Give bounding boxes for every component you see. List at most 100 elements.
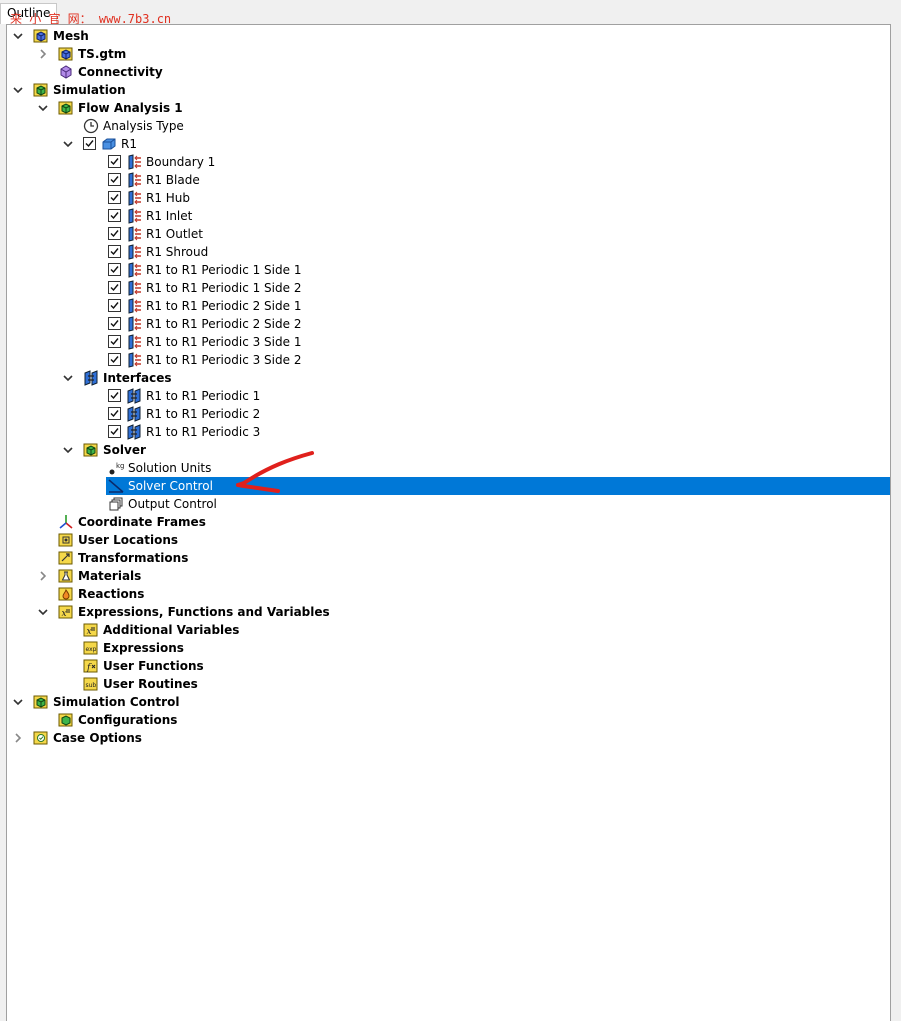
tree-item-r1[interactable]: R1	[7, 135, 890, 153]
tree-item-label: R1 Shroud	[146, 245, 209, 259]
tree-item-configurations[interactable]: Configurations	[7, 711, 890, 729]
domain-icon	[101, 136, 117, 152]
tree-item-solver-control[interactable]: Solver Control	[7, 477, 890, 495]
visibility-checkbox[interactable]	[108, 389, 121, 402]
tree-item-label: Additional Variables	[103, 623, 240, 637]
tree-item-label: TS.gtm	[78, 47, 127, 61]
tree-item-simulation-control[interactable]: Simulation Control	[7, 693, 890, 711]
tree-item-case-options[interactable]: Case Options	[7, 729, 890, 747]
tree-item-expressions[interactable]: exp Expressions	[7, 639, 890, 657]
visibility-checkbox[interactable]	[108, 263, 121, 276]
tree-item-solver[interactable]: Solver	[7, 441, 890, 459]
tree-item-r1-to-r1-periodic-3-side-2[interactable]: R1 to R1 Periodic 3 Side 2	[7, 351, 890, 369]
tree-item-flow-analysis-1[interactable]: Flow Analysis 1	[7, 99, 890, 117]
tree-item-reactions[interactable]: Reactions	[7, 585, 890, 603]
visibility-checkbox[interactable]	[108, 155, 121, 168]
tree-item-label: Expressions	[103, 641, 184, 655]
tree-item-r1-to-r1-periodic-3-side-1[interactable]: R1 to R1 Periodic 3 Side 1	[7, 333, 890, 351]
tree-item-r1-shroud[interactable]: R1 Shroud	[7, 243, 890, 261]
visibility-checkbox[interactable]	[108, 227, 121, 240]
tree-item-r1-to-r1-periodic-1-side-1[interactable]: R1 to R1 Periodic 1 Side 1	[7, 261, 890, 279]
chevron-down-icon[interactable]	[11, 81, 25, 99]
tree-item-materials[interactable]: Materials	[7, 567, 890, 585]
tree-item-user-routines[interactable]: sub User Routines	[7, 675, 890, 693]
tree-item-additional-variables[interactable]: x Additional Variables	[7, 621, 890, 639]
svg-text:x: x	[87, 627, 92, 637]
tree-item-r1-to-r1-periodic-1[interactable]: R1 to R1 Periodic 1	[7, 387, 890, 405]
tree-item-label: Boundary 1	[146, 155, 216, 169]
visibility-checkbox[interactable]	[108, 173, 121, 186]
tree-item-r1-to-r1-periodic-2-side-1[interactable]: R1 to R1 Periodic 2 Side 1	[7, 297, 890, 315]
visibility-checkbox[interactable]	[83, 137, 96, 150]
tree-item-label: User Routines	[103, 677, 198, 691]
chevron-down-icon[interactable]	[36, 99, 50, 117]
coordinate-axes-icon	[58, 514, 74, 530]
tree-item-user-functions[interactable]: f User Functions	[7, 657, 890, 675]
tree-item-label: R1 to R1 Periodic 2 Side 1	[146, 299, 302, 313]
chevron-down-icon[interactable]	[11, 27, 25, 45]
boundary-icon	[126, 172, 142, 188]
visibility-checkbox[interactable]	[108, 407, 121, 420]
visibility-checkbox[interactable]	[108, 335, 121, 348]
tree-item-r1-to-r1-periodic-1-side-2[interactable]: R1 to R1 Periodic 1 Side 2	[7, 279, 890, 297]
user-locations-icon	[58, 532, 74, 548]
tree-item-analysis-type[interactable]: Analysis Type	[7, 117, 890, 135]
tree-item-label: Solver Control	[128, 479, 213, 493]
tree-item-label: Simulation Control	[53, 695, 180, 709]
chevron-right-icon[interactable]	[36, 45, 50, 63]
visibility-checkbox[interactable]	[108, 353, 121, 366]
tree-item-simulation[interactable]: Simulation	[7, 81, 890, 99]
visibility-checkbox[interactable]	[108, 245, 121, 258]
tree-item-interfaces[interactable]: Interfaces	[7, 369, 890, 387]
tree-item-r1-blade[interactable]: R1 Blade	[7, 171, 890, 189]
visibility-checkbox[interactable]	[108, 299, 121, 312]
tree-item-label: Configurations	[78, 713, 178, 727]
tree-item-connectivity[interactable]: Connectivity	[7, 63, 890, 81]
transformations-icon	[58, 550, 74, 566]
tree-item-r1-hub[interactable]: R1 Hub	[7, 189, 890, 207]
chevron-down-icon[interactable]	[11, 693, 25, 711]
chevron-right-icon[interactable]	[36, 567, 50, 585]
expressions-icon: x	[58, 604, 74, 620]
visibility-checkbox[interactable]	[108, 281, 121, 294]
tree-item-boundary-1[interactable]: Boundary 1	[7, 153, 890, 171]
tree-item-mesh[interactable]: Mesh	[7, 27, 890, 45]
chevron-right-icon[interactable]	[11, 729, 25, 747]
tree-item-r1-inlet[interactable]: R1 Inlet	[7, 207, 890, 225]
visibility-checkbox[interactable]	[108, 209, 121, 222]
tree-item-user-locations[interactable]: User Locations	[7, 531, 890, 549]
tree-item-label: R1 to R1 Periodic 1 Side 1	[146, 263, 302, 277]
tree-item-label: User Functions	[103, 659, 204, 673]
tree-item-r1-to-r1-periodic-2[interactable]: R1 to R1 Periodic 2	[7, 405, 890, 423]
tree-item-label: Coordinate Frames	[78, 515, 206, 529]
boundary-icon	[126, 352, 142, 368]
tree-item-solution-units[interactable]: kg Solution Units	[7, 459, 890, 477]
boundary-icon	[126, 262, 142, 278]
tree-item-r1-outlet[interactable]: R1 Outlet	[7, 225, 890, 243]
solver-icon	[83, 442, 99, 458]
tree-item-r1-to-r1-periodic-3[interactable]: R1 to R1 Periodic 3	[7, 423, 890, 441]
tree-item-ts-gtm[interactable]: TS.gtm	[7, 45, 890, 63]
chevron-down-icon[interactable]	[61, 135, 75, 153]
connectivity-icon	[58, 64, 74, 80]
chevron-down-icon[interactable]	[36, 603, 50, 621]
visibility-checkbox[interactable]	[108, 425, 121, 438]
tree-item-coordinate-frames[interactable]: Coordinate Frames	[7, 513, 890, 531]
tree-item-label: R1	[121, 137, 137, 151]
visibility-checkbox[interactable]	[108, 317, 121, 330]
chevron-down-icon[interactable]	[61, 369, 75, 387]
tree-item-r1-to-r1-periodic-2-side-2[interactable]: R1 to R1 Periodic 2 Side 2	[7, 315, 890, 333]
interface-icon	[126, 406, 142, 422]
tree-item-output-control[interactable]: Output Control	[7, 495, 890, 513]
tree-item-expressions-functions-and-variables[interactable]: x Expressions, Functions and Variables	[7, 603, 890, 621]
user-functions-icon: f	[83, 658, 99, 674]
tree-item-transformations[interactable]: Transformations	[7, 549, 890, 567]
visibility-checkbox[interactable]	[108, 191, 121, 204]
tree-item-label: Output Control	[128, 497, 217, 511]
svg-text:kg: kg	[116, 462, 124, 470]
chevron-down-icon[interactable]	[61, 441, 75, 459]
